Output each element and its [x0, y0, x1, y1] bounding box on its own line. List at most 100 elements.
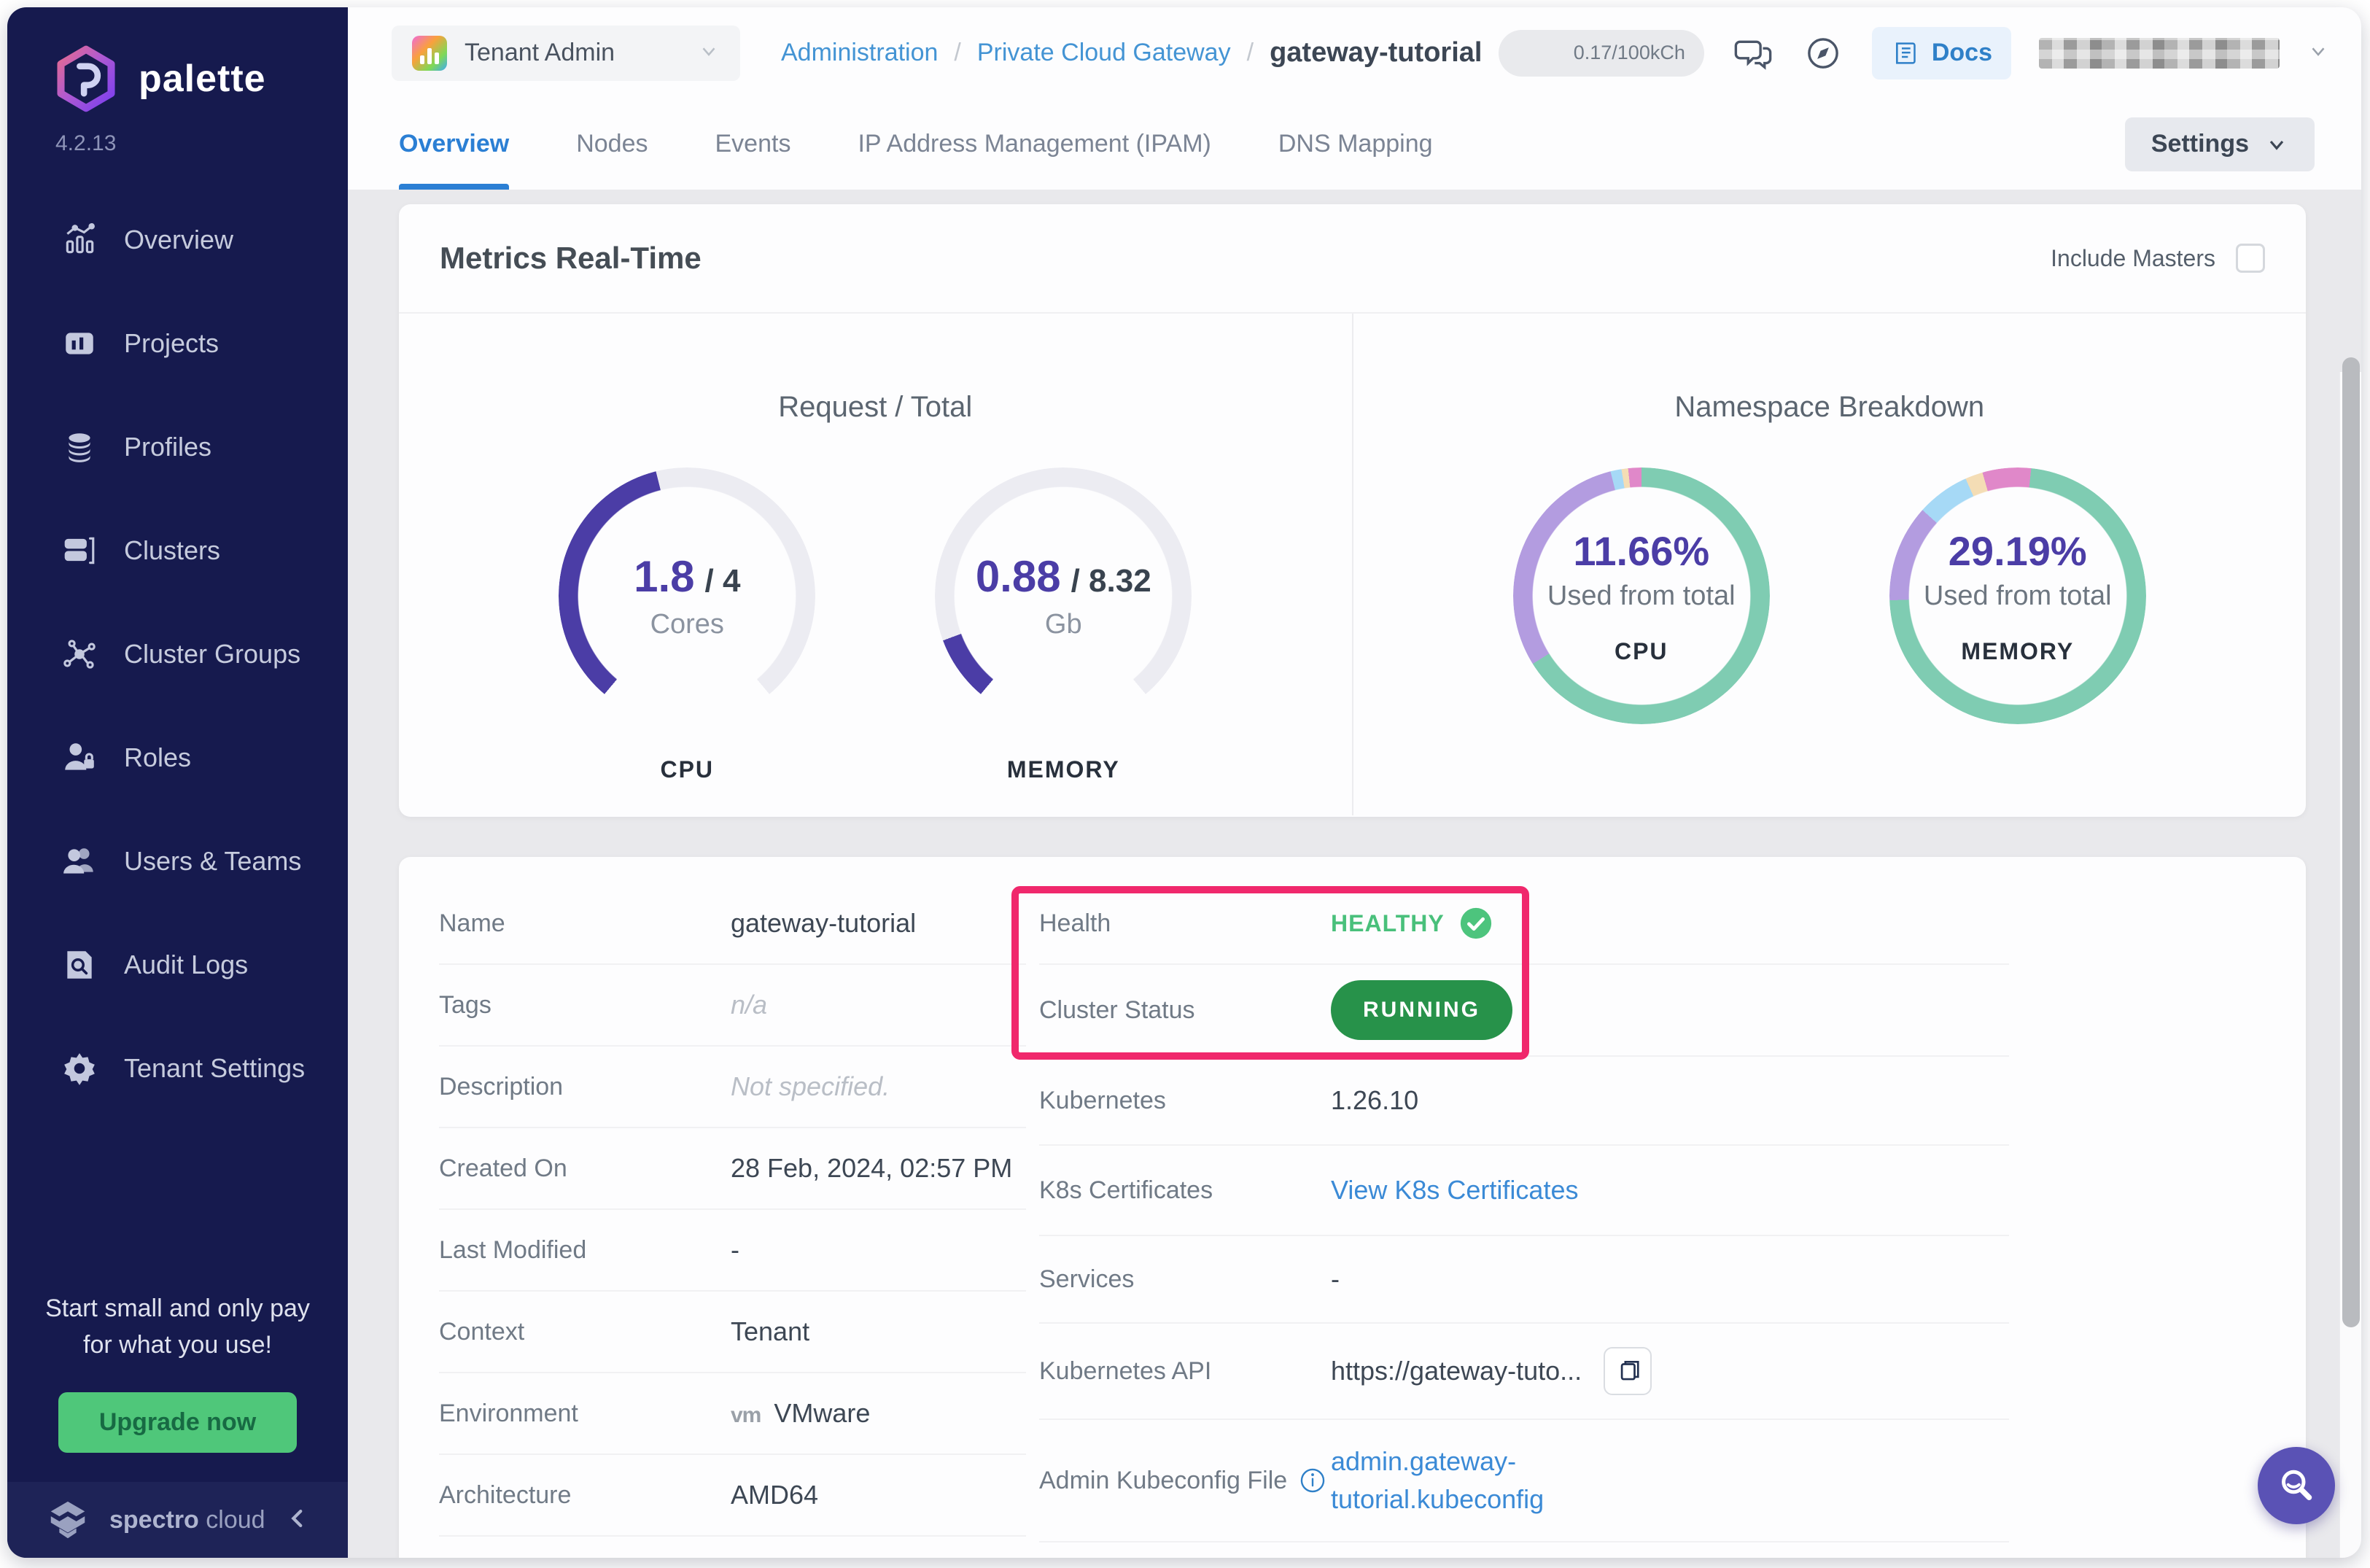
cpu-gauge: 1.8 / 4 Cores CPU [556, 467, 818, 783]
created-on-value: 28 Feb, 2024, 02:57 PM [731, 1153, 1013, 1183]
cpu-donut-label: CPU [1614, 637, 1668, 664]
credits-badge: 0.17/100kCh [1498, 29, 1704, 77]
name-label: Name [439, 909, 505, 937]
sidebar-item-audit-logs[interactable]: Audit Logs [7, 913, 348, 1017]
tenant-admin-icon [412, 35, 447, 71]
details-left-column: Name gateway-tutorial Tags n/a Descripti… [439, 857, 1026, 1537]
sidebar-item-label: Audit Logs [124, 950, 249, 979]
clusters-icon [64, 537, 95, 564]
compass-icon[interactable] [1802, 32, 1844, 74]
cpu-request-value: 1.8 [634, 552, 695, 601]
search-fab-button[interactable] [2258, 1447, 2335, 1524]
breadcrumb: Administration / Private Cloud Gateway /… [781, 37, 1482, 69]
include-masters-checkbox[interactable] [2236, 244, 2265, 273]
detail-row-services: Services - [1039, 1236, 2009, 1324]
sidebar-item-clusters[interactable]: Clusters [7, 499, 348, 602]
breadcrumb-administration[interactable]: Administration [781, 39, 938, 67]
tab-overview[interactable]: Overview [399, 98, 510, 190]
detail-row-k8s-certificates: K8s Certificates View K8s Certificates [1039, 1146, 2009, 1236]
context-value: Tenant [731, 1316, 810, 1346]
tab-nodes[interactable]: Nodes [576, 98, 648, 190]
cpu-total-value: / 4 [704, 563, 741, 599]
services-label: Services [1039, 1265, 1135, 1293]
spectro-cloud-logo-icon [50, 1501, 85, 1539]
sidebar-item-label: Roles [124, 742, 192, 772]
request-total-panel: Request / Total 1.8 / 4 Cores CPU 0.88 /… [399, 314, 1353, 815]
docs-button[interactable]: Docs [1871, 26, 2011, 79]
sidebar-item-projects[interactable]: Projects [7, 292, 348, 395]
detail-row-partial: 1.0.5/8834021322 [1039, 1542, 2009, 1558]
sidebar-item-tenant-settings[interactable]: Tenant Settings [7, 1017, 348, 1120]
detail-row-description: Description Not specified. [439, 1047, 1026, 1128]
include-masters: Include Masters [2051, 244, 2265, 273]
sidebar-item-users-teams[interactable]: Users & Teams [7, 810, 348, 913]
profiles-icon [69, 433, 90, 462]
sidebar-item-profiles[interactable]: Profiles [7, 395, 348, 499]
metrics-title: Metrics Real-Time [440, 241, 702, 275]
sidebar-item-label: Overview [124, 225, 234, 255]
kubernetes-api-value: https://gateway-tuto... [1331, 1356, 1582, 1386]
tab-ipam[interactable]: IP Address Management (IPAM) [858, 98, 1211, 190]
footer-brand: spectro cloud [109, 1506, 265, 1534]
sidebar-item-overview[interactable]: Overview [7, 188, 348, 292]
detail-row-health: Health HEALTHY [1039, 883, 2009, 965]
sidebar-item-roles[interactable]: Roles [7, 706, 348, 810]
memory-total-value: / 8.32 [1071, 563, 1151, 599]
memory-gauge-label: MEMORY [1006, 756, 1120, 783]
namespace-breakdown-title: Namespace Breakdown [1674, 391, 1985, 423]
detail-row-created-on: Created On 28 Feb, 2024, 02:57 PM [439, 1128, 1026, 1210]
tenant-scope-selector[interactable]: Tenant Admin [392, 25, 740, 81]
sidebar-nav: Overview Projects Profiles Clusters Clus… [7, 188, 348, 1120]
info-icon[interactable] [1299, 1467, 1326, 1494]
docs-label: Docs [1931, 39, 1992, 66]
memory-donut-label: MEMORY [1961, 637, 2075, 664]
cpu-unit: Cores [650, 609, 724, 640]
last-modified-label: Last Modified [439, 1235, 587, 1264]
breadcrumb-current: gateway-tutorial [1270, 37, 1483, 68]
health-label: Health [1039, 909, 1111, 937]
description-label: Description [439, 1072, 564, 1101]
scrollbar-track[interactable] [2339, 357, 2361, 1558]
copy-api-url-button[interactable] [1604, 1347, 1652, 1395]
tenant-scope-label: Tenant Admin [465, 39, 615, 66]
tags-label: Tags [439, 990, 492, 1019]
tab-dns-mapping[interactable]: DNS Mapping [1278, 98, 1433, 190]
tab-events[interactable]: Events [715, 98, 791, 190]
scrollbar-thumb[interactable] [2342, 357, 2360, 1327]
upgrade-now-button[interactable]: Upgrade now [58, 1392, 298, 1453]
memory-request-value: 0.88 [975, 552, 1061, 601]
view-k8s-certificates-link[interactable]: View K8s Certificates [1331, 1175, 1578, 1206]
last-modified-value: - [731, 1235, 739, 1265]
detail-row-admin-kubeconfig: Admin Kubeconfig File admin.gateway-tuto… [1039, 1420, 2009, 1542]
footer-brand-bold: spectro [109, 1505, 199, 1534]
partial-value: 1.0.5/8834021322 [1331, 1556, 1542, 1558]
breadcrumb-private-cloud-gateway[interactable]: Private Cloud Gateway [977, 39, 1231, 67]
memory-used-percent: 29.19% [1948, 527, 2087, 574]
details-card: Name gateway-tutorial Tags n/a Descripti… [399, 857, 2306, 1558]
cpu-donut: 11.66% Used from total CPU [1510, 467, 1773, 724]
admin-kubeconfig-link[interactable]: admin.gateway-tutorial.kubeconfig [1331, 1443, 1674, 1518]
user-name-redacted[interactable] [2039, 37, 2280, 69]
footer-brand-light: cloud [198, 1505, 265, 1534]
metrics-header: Metrics Real-Time Include Masters [399, 204, 2306, 314]
sidebar-item-cluster-groups[interactable]: Cluster Groups [7, 602, 348, 706]
chat-icon[interactable] [1732, 32, 1774, 74]
memory-donut: 29.19% Used from total MEMORY [1887, 467, 2149, 724]
overview-icon [66, 222, 95, 254]
palette-logo-icon [57, 45, 115, 112]
settings-button[interactable]: Settings [2124, 117, 2315, 171]
app-window: palette 4.2.13 Overview Projects Profile… [7, 7, 2361, 1558]
detail-row-environment: Environment vm VMware [439, 1373, 1026, 1455]
topbar-right: 0.17/100kCh Docs [1498, 26, 2329, 79]
chevron-down-icon [698, 40, 720, 66]
detail-row-kubernetes-api: Kubernetes API https://gateway-tuto... [1039, 1324, 2009, 1420]
vmware-icon: vm [731, 1403, 761, 1427]
user-menu-chevron-icon[interactable] [2307, 40, 2329, 66]
cpu-used-subtitle: Used from total [1547, 580, 1736, 611]
cpu-gauge-label: CPU [660, 756, 715, 783]
cluster-status-badge: RUNNING [1331, 980, 1512, 1040]
upsell-line1: Start small and only pay [45, 1295, 310, 1323]
description-value: Not specified. [731, 1071, 890, 1101]
sidebar-collapse-button[interactable] [285, 1502, 310, 1538]
